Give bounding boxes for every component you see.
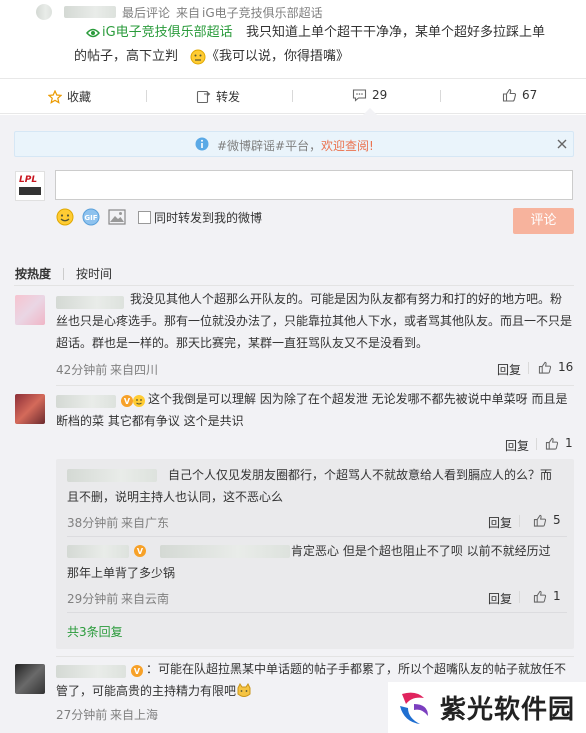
like-button[interactable]: 67	[502, 88, 537, 102]
emoji-icon[interactable]	[56, 208, 74, 226]
like-button[interactable]: 5	[533, 513, 561, 527]
source-name[interactable]: iG电子竞技俱乐部超话	[202, 4, 323, 21]
last-comment-label: 最后评论	[122, 6, 171, 20]
thinking-emoji-icon	[190, 49, 206, 65]
favorite-button[interactable]: 收藏	[48, 88, 91, 105]
repost-label: 转发	[216, 90, 241, 104]
reply-time: 29分钟前	[67, 592, 119, 606]
author-name-blur	[64, 6, 116, 18]
like-button[interactable]: 16	[538, 360, 573, 374]
comment-count: 29	[372, 88, 388, 102]
thumbs-up-icon	[502, 88, 517, 102]
sync-repost-option[interactable]: 同时转发到我的微博	[138, 209, 262, 226]
submit-comment-button[interactable]: 评论	[513, 208, 574, 234]
comment-text: 我没见其他人个超那么开队友的。可能是因为队友都有努力和打的好的地方吧。粉 丝也只…	[56, 292, 573, 350]
avatar[interactable]	[15, 295, 45, 325]
post-text-quote: 《我可以说，你得捂嘴》	[206, 49, 350, 64]
reply-location: 来自云南	[121, 592, 170, 606]
watermark: 紫光软件园	[388, 682, 586, 733]
reply-button[interactable]: 回复	[488, 514, 512, 531]
svg-text:GIF: GIF	[84, 214, 97, 222]
reply-text: 自己个人仅见发朋友圈都行，个超骂人不就故意给人看到膈应人的么？而 且不删，说明主…	[67, 468, 553, 504]
reply-button[interactable]: 回复	[505, 437, 529, 454]
info-icon	[195, 137, 209, 151]
like-count: 5	[553, 513, 561, 527]
avatar[interactable]	[15, 664, 45, 694]
sync-checkbox[interactable]	[138, 210, 151, 224]
notice-link[interactable]: 欢迎查阅!	[321, 137, 374, 154]
sync-label: 同时转发到我的微博	[154, 210, 263, 225]
comment-time: 42分钟前	[56, 363, 108, 377]
action-bar: 收藏 转发 29 67	[0, 78, 586, 114]
composer-tools: GIF 同时转发到我的微博	[56, 208, 262, 226]
post-text-line1: 我只知道上单个超干干净净，某单个超好多拉踩上单	[246, 25, 546, 40]
star-icon	[48, 89, 62, 104]
reply-button[interactable]: 回复	[488, 590, 512, 607]
comment-button[interactable]: 29	[352, 88, 387, 102]
super-topic-icon	[86, 27, 100, 39]
like-button[interactable]: 1	[533, 589, 561, 603]
like-count: 1	[553, 589, 561, 603]
comment-location: 来自四川	[110, 363, 159, 377]
comment-icon	[352, 88, 367, 102]
reply-time: 38分钟前	[67, 516, 119, 530]
divider	[67, 612, 567, 613]
lpl-logo: LPL	[19, 175, 38, 185]
like-count: 16	[558, 360, 574, 374]
watermark-text: 紫光软件园	[440, 695, 576, 725]
comment-time: 27分钟前	[56, 708, 108, 722]
super-topic-link[interactable]: iG电子竞技俱乐部超话	[102, 24, 233, 42]
sort-tabs: 按热度 按时间	[15, 265, 112, 282]
sort-by-time[interactable]: 按时间	[76, 265, 112, 282]
source-prefix: 来自	[176, 6, 201, 20]
view-all-replies-link[interactable]: 共3条回复	[67, 623, 123, 640]
reply-location: 来自广东	[121, 516, 170, 530]
author-avatar-blur	[36, 4, 52, 20]
repost-button[interactable]: 转发	[196, 88, 240, 105]
comment-location: 来自上海	[110, 708, 159, 722]
divider	[14, 285, 574, 286]
sort-by-hot[interactable]: 按热度	[15, 265, 51, 282]
gif-icon[interactable]: GIF	[82, 208, 100, 226]
thumbs-up-icon	[533, 590, 547, 603]
like-count: 1	[565, 436, 573, 450]
divider	[67, 536, 567, 537]
notice-text: #微博辟谣#平台，	[217, 139, 322, 153]
composer-avatar: LPL	[15, 171, 45, 201]
divider	[56, 656, 574, 657]
notice-bar: #微博辟谣#平台， 欢迎查阅!	[14, 131, 574, 157]
comment-input[interactable]	[55, 170, 573, 200]
repost-icon	[196, 90, 211, 104]
comment-text: 这个我倒是可以理解 因为除了在个超发泄 无论发哪不都先被说中单菜呀 而且是 断档…	[56, 392, 568, 428]
cat-emoji-icon	[236, 683, 252, 699]
post-text-line2: 的帖子，高下立判	[74, 49, 179, 64]
reply-button[interactable]: 回复	[497, 361, 521, 378]
like-button[interactable]: 1	[545, 436, 573, 450]
thumbs-up-icon	[538, 361, 552, 374]
submit-label: 评论	[530, 213, 557, 228]
close-icon[interactable]	[556, 138, 568, 150]
divider	[56, 385, 574, 386]
like-count: 67	[522, 88, 538, 102]
image-icon[interactable]	[108, 209, 126, 225]
thumbs-up-icon	[545, 437, 559, 450]
watermark-logo-icon	[394, 688, 434, 728]
panel-caret	[363, 108, 377, 115]
reply-text: 肯定恶心 但是个超也阻止不了呗 以前不就经历过 那年上单背了多少锅	[67, 544, 551, 580]
favorite-label: 收藏	[67, 90, 92, 104]
avatar[interactable]	[15, 394, 45, 424]
thumbs-up-icon	[533, 514, 547, 527]
